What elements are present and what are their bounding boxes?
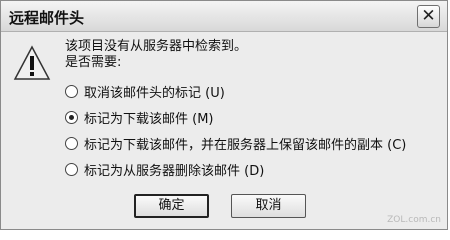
- option-unmark[interactable]: 取消该邮件头的标记 (U): [65, 81, 225, 101]
- close-button[interactable]: ✕: [417, 5, 440, 28]
- cancel-button[interactable]: 取消: [231, 194, 306, 218]
- radio-button-selected[interactable]: [65, 110, 78, 124]
- message-text: 该项目没有从服务器中检索到。 是否需要:: [65, 39, 247, 71]
- message-line-2: 是否需要:: [65, 55, 122, 70]
- option-label: 标记为下载该邮件，并在服务器上保留该邮件的副本 (C): [84, 137, 407, 153]
- dialog-window: 远程邮件头 ✕ 该项目没有从服务器中检索到。 是否需要: 取消该邮件头的标记 (…: [0, 0, 448, 230]
- dialog-title: 远程邮件头: [9, 9, 85, 27]
- option-mark-download[interactable]: 标记为下载该邮件 (M): [65, 107, 214, 127]
- option-mark-download-keep-copy[interactable]: 标记为下载该邮件，并在服务器上保留该邮件的副本 (C): [65, 133, 406, 153]
- option-label: 标记为从服务器删除该邮件 (D): [84, 163, 265, 179]
- ok-button[interactable]: 确定: [134, 194, 209, 218]
- option-label: 取消该邮件头的标记 (U): [84, 85, 225, 101]
- option-mark-delete[interactable]: 标记为从服务器删除该邮件 (D): [65, 159, 264, 179]
- warning-icon: [13, 45, 51, 80]
- radio-button[interactable]: [65, 84, 78, 98]
- watermark-text: ZOL.com.cn: [387, 215, 441, 225]
- option-label: 标记为下载该邮件 (M): [84, 111, 214, 127]
- radio-button[interactable]: [65, 136, 78, 150]
- title-bar: 远程邮件头 ✕: [1, 1, 447, 32]
- message-line-1: 该项目没有从服务器中检索到。: [65, 39, 248, 54]
- radio-button[interactable]: [65, 162, 78, 176]
